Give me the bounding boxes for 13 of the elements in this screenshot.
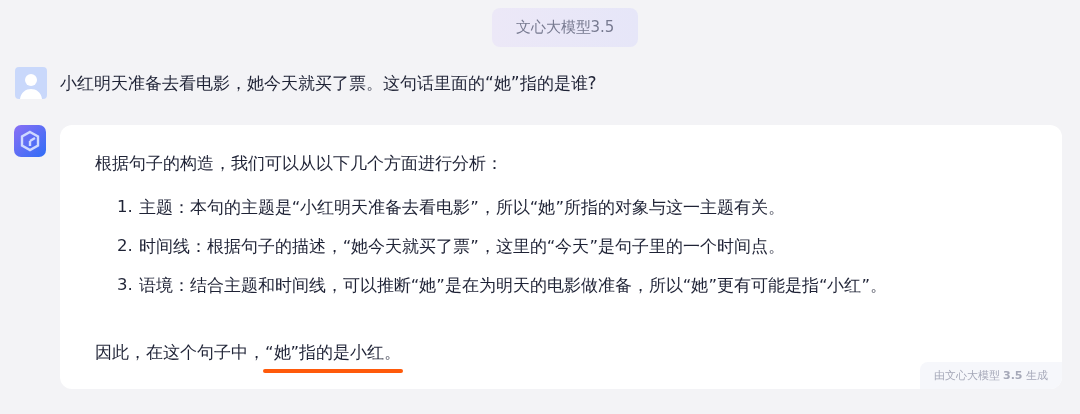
reply-intro: 根据句子的构造，我们可以从以下几个方面进行分析： <box>95 153 504 175</box>
model-badge: 文心大模型3.5 <box>491 8 639 47</box>
reply-conclusion: 因此，在这个句子中，“她”指的是小红。 <box>95 340 406 376</box>
list-number: 2. <box>117 236 133 257</box>
list-item-text: 时间线：根据句子的描述，“她今天就买了票”，这里的“今天”是句子里的一个时间点。 <box>138 236 785 258</box>
list-item-text: 主题：本句的主题是“小红明天准备去看电影”，所以“她”所指的对象与这一主题有关。 <box>138 197 785 219</box>
list-number: 3. <box>117 275 133 296</box>
list-item-text: 语境：结合主题和时间线，可以推断“她”是在为明天的电影做准备，所以“她”更有可能是指“小红”。 <box>138 275 888 297</box>
generated-by-note: 由文心大模型 3.5 生成 <box>919 362 1062 389</box>
list-number: 1. <box>117 197 133 218</box>
user-avatar-icon <box>15 67 47 99</box>
bot-avatar-icon <box>14 125 46 157</box>
user-message: 小红明天准备去看电影，她今天就买了票。这句话里面的“她”指的是谁? <box>60 71 597 95</box>
